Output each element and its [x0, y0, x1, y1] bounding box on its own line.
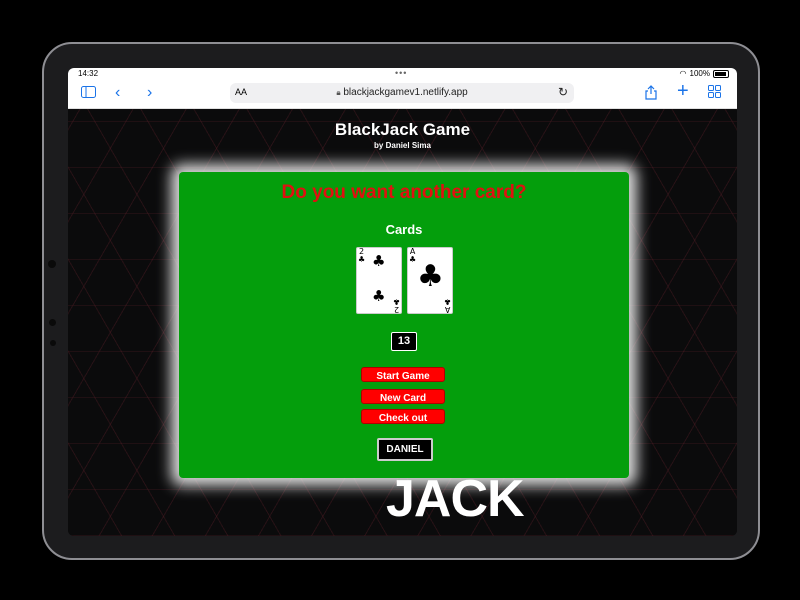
- player-name: DANIEL: [377, 438, 433, 461]
- playing-card-2-clubs: 2 ♣ ♣ ♣ 2 ♣: [356, 247, 402, 314]
- battery-icon: [713, 69, 729, 78]
- browser-toolbar: ‹ › AA 🔒︎ blackjackgamev1.netlify.app ↻ …: [68, 80, 737, 109]
- new-tab-icon[interactable]: +: [677, 81, 689, 101]
- background-word: JACK: [386, 470, 525, 528]
- card-corner: 2 ♣: [392, 297, 400, 314]
- wifi-icon: ◠: [679, 69, 687, 78]
- status-bar: 14:32 ••• ◠ 100%: [68, 68, 737, 80]
- back-icon[interactable]: ‹: [115, 84, 120, 102]
- web-page: BlackJack Game by Daniel Sima JACK Do yo…: [68, 109, 737, 536]
- sidebar-icon[interactable]: [81, 85, 96, 103]
- tablet-screen: 14:32 ••• ◠ 100% ‹ › AA 🔒︎ blackjackgame…: [68, 68, 737, 536]
- page-subtitle: by Daniel Sima: [374, 141, 431, 150]
- game-message: Do you want another card?: [281, 182, 527, 203]
- tab-overview-icon[interactable]: [708, 85, 721, 103]
- card-corner: A ♣: [443, 297, 451, 314]
- page-title: BlackJack Game: [334, 120, 471, 139]
- side-sensor-dot: [49, 319, 56, 326]
- share-icon[interactable]: [645, 85, 657, 105]
- card-corner: 2 ♣: [358, 247, 366, 264]
- status-time: 14:32: [78, 69, 99, 78]
- club-icon: ♣: [372, 287, 386, 305]
- side-sensor-dot: [50, 340, 56, 346]
- game-panel: Do you want another card? Cards 2 ♣ ♣ ♣ 2…: [179, 172, 629, 478]
- card-corner: A ♣: [409, 247, 417, 264]
- url-value: blackjackgamev1.netlify.app: [343, 87, 468, 98]
- multitask-dots-icon[interactable]: •••: [395, 68, 407, 78]
- side-camera-dot: [48, 260, 56, 268]
- status-indicators: ◠ 100%: [680, 69, 729, 78]
- lock-icon: 🔒︎: [336, 88, 341, 97]
- address-bar[interactable]: AA 🔒︎ blackjackgamev1.netlify.app ↻: [230, 83, 574, 103]
- url-text: 🔒︎ blackjackgamev1.netlify.app: [230, 87, 574, 98]
- battery-percent: 100%: [689, 69, 710, 78]
- cards-label: Cards: [385, 222, 423, 237]
- check-out-button[interactable]: Check out: [361, 409, 445, 424]
- new-card-button[interactable]: New Card: [361, 389, 445, 404]
- playing-card-ace-clubs: A ♣ ♣ A ♣: [407, 247, 453, 314]
- club-icon: ♣: [417, 259, 444, 294]
- forward-icon[interactable]: ›: [147, 84, 152, 102]
- start-game-button[interactable]: Start Game: [361, 367, 445, 382]
- card-sum: 13: [391, 332, 417, 351]
- club-icon: ♣: [372, 252, 386, 270]
- reload-icon[interactable]: ↻: [558, 85, 568, 99]
